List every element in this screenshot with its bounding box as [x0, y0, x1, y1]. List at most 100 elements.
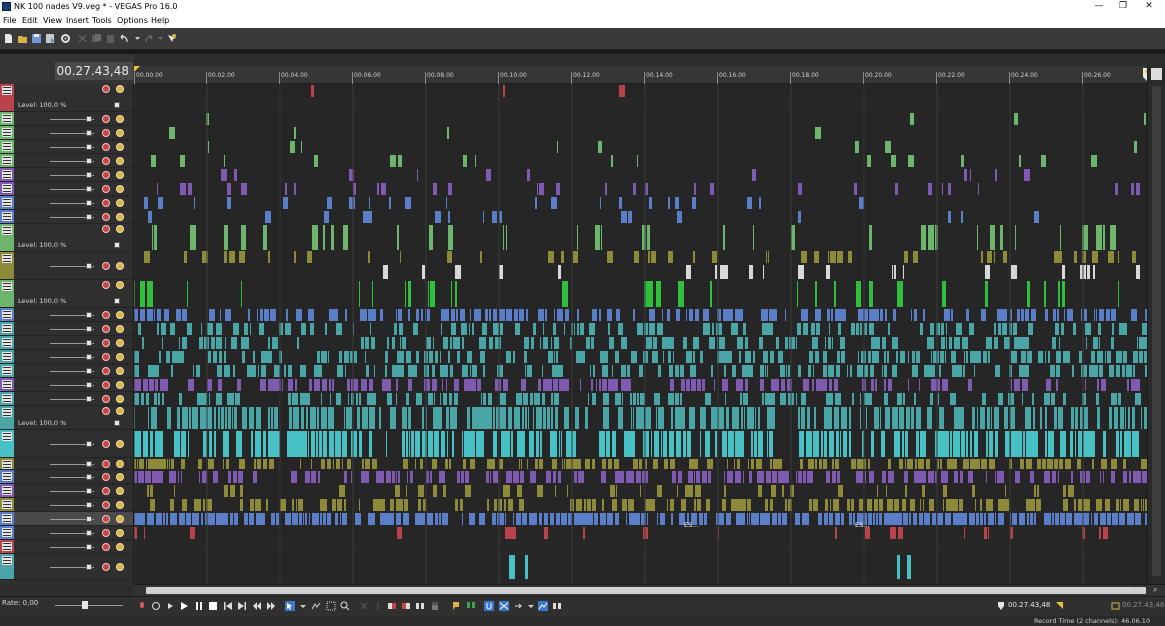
timeline-event[interactable] [1058, 281, 1060, 307]
timeline-event[interactable] [668, 251, 673, 263]
timeline-event[interactable] [474, 431, 475, 457]
timeline-event[interactable] [945, 471, 948, 483]
track-header[interactable] [0, 498, 133, 512]
undo-history-dropdown-icon[interactable] [132, 33, 143, 44]
timeline-event[interactable] [956, 365, 962, 377]
timeline-event[interactable] [947, 309, 950, 321]
timeline-event[interactable] [462, 431, 463, 457]
timeline-event[interactable] [734, 459, 735, 469]
solo-track-icon[interactable] [116, 129, 124, 137]
timeline-event[interactable] [349, 197, 355, 209]
timeline-event[interactable] [1124, 431, 1126, 457]
timeline-event[interactable] [667, 499, 668, 511]
timeline-event[interactable] [503, 225, 504, 251]
timeline-event[interactable] [928, 225, 934, 251]
timeline-event[interactable] [769, 471, 771, 483]
timeline-event[interactable] [940, 431, 944, 457]
timeline-event[interactable] [877, 485, 878, 497]
timeline-event[interactable] [477, 309, 481, 321]
timeline-event[interactable] [826, 393, 828, 405]
timeline-event[interactable] [1087, 323, 1091, 335]
timeline-event[interactable] [225, 351, 226, 363]
timeline-event[interactable] [538, 379, 541, 391]
menu-options[interactable]: Options [117, 16, 148, 25]
timeline-event[interactable] [767, 407, 769, 429]
timeline-event[interactable] [1099, 527, 1101, 539]
timeline-event[interactable] [1054, 309, 1056, 321]
timeline-event[interactable] [1050, 365, 1055, 377]
timeline-event[interactable] [836, 365, 840, 377]
timeline-event[interactable] [1092, 459, 1094, 469]
timeline-event[interactable] [441, 431, 442, 457]
timeline-event[interactable] [676, 431, 681, 457]
timeline-event[interactable] [670, 337, 674, 349]
timeline-event[interactable] [807, 471, 813, 483]
timeline-event[interactable] [765, 365, 766, 377]
timeline-event[interactable] [515, 323, 520, 335]
timeline-event[interactable] [913, 251, 918, 263]
menu-tools[interactable]: Tools [92, 16, 112, 25]
timeline-event[interactable] [603, 459, 606, 469]
solo-track-icon[interactable] [116, 225, 124, 233]
timeline-event[interactable] [1106, 309, 1110, 321]
timeline-event[interactable] [826, 407, 832, 429]
timeline-event[interactable] [317, 351, 320, 363]
timeline-event[interactable] [214, 431, 216, 457]
timeline-event[interactable] [962, 337, 968, 349]
timeline-event[interactable] [942, 183, 943, 195]
timeline-event[interactable] [362, 407, 368, 429]
track-menu-icon[interactable] [2, 184, 12, 193]
timeline-event[interactable] [749, 471, 752, 483]
timeline-event[interactable] [596, 379, 597, 391]
timeline-event[interactable] [1019, 365, 1025, 377]
timeline-event[interactable] [801, 393, 806, 405]
timeline-event[interactable] [203, 431, 207, 457]
level-slider-knob[interactable] [86, 441, 92, 447]
timeline-event[interactable] [885, 309, 887, 321]
timeline-event[interactable] [974, 431, 978, 457]
timeline-event[interactable] [231, 337, 237, 349]
timeline-event[interactable] [171, 513, 177, 525]
timeline-event[interactable] [1096, 225, 1102, 251]
timeline-event[interactable] [1115, 183, 1118, 195]
timeline-event[interactable] [413, 365, 417, 377]
timeline-event[interactable] [234, 407, 237, 429]
timeline-event[interactable] [199, 337, 203, 349]
timeline-event[interactable] [427, 513, 433, 525]
timeline-event[interactable] [488, 393, 492, 405]
timeline-event[interactable] [338, 459, 340, 469]
timeline-event[interactable] [696, 471, 697, 483]
timeline-event[interactable] [1048, 351, 1050, 363]
timeline-event[interactable] [564, 459, 565, 469]
timeline-event[interactable] [618, 407, 623, 429]
timeline-event[interactable] [500, 323, 503, 335]
timeline-event[interactable] [969, 323, 974, 335]
timeline-event[interactable] [860, 459, 866, 469]
timeline-event[interactable] [1119, 323, 1125, 335]
timeline-event[interactable] [344, 351, 345, 363]
timeline-event[interactable] [976, 459, 980, 469]
timeline-event[interactable] [402, 407, 407, 429]
timeline-event[interactable] [998, 323, 1001, 335]
timeline-event[interactable] [621, 471, 624, 483]
timeline-event[interactable] [961, 211, 963, 223]
timeline-event[interactable] [891, 499, 893, 511]
timeline-event[interactable] [900, 351, 905, 363]
timeline-event[interactable] [359, 499, 360, 511]
timeline-event[interactable] [386, 431, 387, 457]
timeline-event[interactable] [813, 431, 819, 457]
timeline-event[interactable] [1025, 407, 1031, 429]
solo-track-icon[interactable] [116, 185, 124, 193]
timeline-event[interactable] [397, 351, 400, 363]
timeline-event[interactable] [624, 431, 630, 457]
timeline-event[interactable] [1003, 499, 1009, 511]
timeline-event[interactable] [462, 513, 463, 525]
timeline-event[interactable] [705, 431, 708, 457]
timeline-event[interactable] [628, 379, 631, 391]
timeline-event[interactable] [551, 197, 557, 209]
timeline-event[interactable] [635, 351, 637, 363]
timeline-event[interactable] [740, 393, 742, 405]
timeline-event[interactable] [631, 407, 632, 429]
timeline-event[interactable] [941, 471, 943, 483]
timeline-event[interactable] [155, 379, 158, 391]
